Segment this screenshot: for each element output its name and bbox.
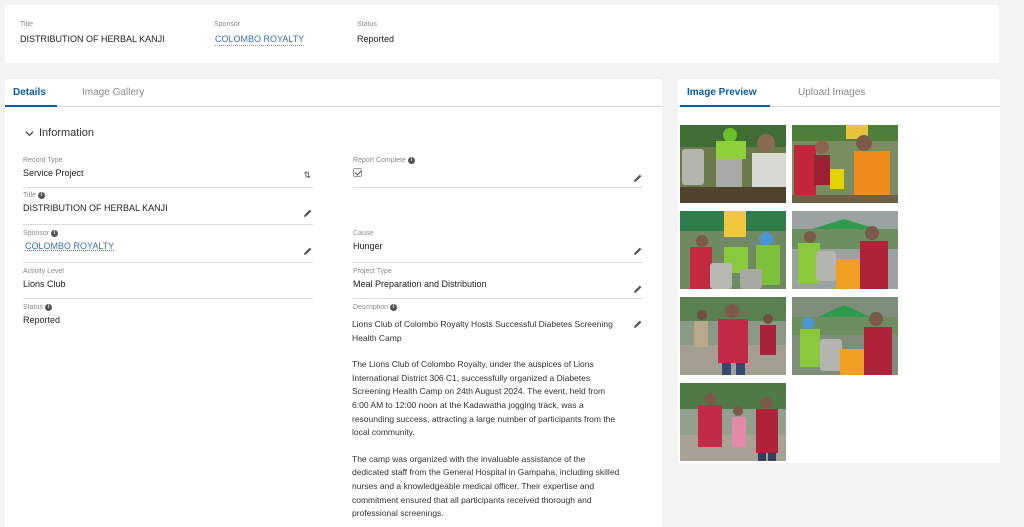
field-project-type: Project Type Meal Preparation and Distri… <box>353 268 643 298</box>
field-description: Description i <box>353 304 643 328</box>
divider <box>23 298 313 299</box>
description-paragraph: The camp was organized with the invaluab… <box>352 453 620 519</box>
details-tabs: Details Image Gallery <box>5 79 662 107</box>
info-icon[interactable]: i <box>390 304 398 311</box>
divider <box>23 187 313 188</box>
status-label: Status i <box>23 304 313 311</box>
image-panel: Image Preview Upload Images <box>678 79 1000 463</box>
info-icon[interactable]: i <box>407 157 415 164</box>
sponsor-link[interactable]: COLOMBO ROYALTY <box>25 241 313 251</box>
project-type-value: Meal Preparation and Distribution <box>353 279 487 289</box>
field-activity-level: Activity Level Lions Club <box>23 268 313 298</box>
pencil-icon[interactable] <box>633 319 643 329</box>
highlight-status: Status Reported <box>357 21 394 44</box>
swap-icon[interactable]: ⇅ <box>303 170 311 181</box>
section-title: Information <box>39 127 95 139</box>
description-heading: Lions Club of Colombo Royalty Hosts Succ… <box>352 319 613 343</box>
gallery-image[interactable] <box>680 125 786 203</box>
gallery-image[interactable] <box>680 383 786 461</box>
highlight-status-value: Reported <box>357 34 395 44</box>
cause-label: Cause <box>353 230 374 237</box>
field-report-complete: Report Complete i <box>353 157 643 187</box>
divider <box>23 224 313 225</box>
description-label-text: Description <box>353 304 389 311</box>
field-cause: Cause Hunger <box>353 230 643 262</box>
record-type-value: Service Project <box>23 168 84 178</box>
title-value: DISTRIBUTION OF HERBAL KANJI <box>23 203 168 213</box>
pencil-icon[interactable] <box>633 284 643 294</box>
pencil-icon[interactable] <box>633 246 643 256</box>
gallery-image[interactable] <box>792 297 898 375</box>
gallery-image[interactable] <box>792 211 898 289</box>
tab-active-indicator <box>680 105 770 107</box>
tab-active-indicator <box>5 105 57 107</box>
divider <box>353 187 643 188</box>
field-status: Status i Reported <box>23 304 313 334</box>
gallery-image[interactable] <box>680 211 786 289</box>
divider <box>353 262 643 263</box>
tab-upload-images[interactable]: Upload Images <box>798 87 865 98</box>
tab-image-gallery[interactable]: Image Gallery <box>82 87 144 98</box>
sponsor-label: Sponsor i <box>23 230 313 237</box>
gallery-image[interactable] <box>680 297 786 375</box>
field-sponsor: Sponsor i COLOMBO ROYALTY <box>23 230 313 262</box>
title-label-text: Title <box>23 192 36 199</box>
activity-level-value: Lions Club <box>23 279 66 289</box>
info-icon[interactable]: i <box>44 304 52 311</box>
info-icon[interactable]: i <box>51 230 59 237</box>
highlights-panel: Title DISTRIBUTION OF HERBAL KANJI Spons… <box>5 5 999 63</box>
section-information-toggle[interactable]: Information <box>25 127 94 139</box>
description-label: Description i <box>353 304 643 311</box>
chevron-down-icon <box>25 130 34 136</box>
divider <box>353 298 643 299</box>
highlight-title-value: DISTRIBUTION OF HERBAL KANJI <box>20 34 165 44</box>
highlight-sponsor: Sponsor COLOMBO ROYALTY <box>214 21 305 46</box>
pencil-icon[interactable] <box>303 246 313 256</box>
highlight-status-label: Status <box>357 21 377 28</box>
highlight-sponsor-link[interactable]: COLOMBO ROYALTY <box>215 34 305 46</box>
project-type-label: Project Type <box>353 268 392 275</box>
tab-image-preview[interactable]: Image Preview <box>687 87 756 98</box>
field-record-type: Record Type Service Project ⇅ <box>23 157 313 187</box>
description-paragraph: The Lions Club of Colombo Royalty, under… <box>352 359 616 438</box>
title-label: Title i <box>23 192 313 199</box>
report-complete-checkbox[interactable] <box>353 168 362 177</box>
record-type-label: Record Type <box>23 157 63 164</box>
gallery-image[interactable] <box>792 125 898 203</box>
activity-level-label: Activity Level <box>23 268 64 275</box>
cause-value: Hunger <box>353 241 383 251</box>
pencil-icon[interactable] <box>303 208 313 218</box>
report-complete-label-text: Report Complete <box>353 157 406 164</box>
tab-details[interactable]: Details <box>13 87 46 98</box>
description-body: Lions Club of Colombo Royalty Hosts Succ… <box>352 318 622 527</box>
highlight-title: Title DISTRIBUTION OF HERBAL KANJI <box>20 21 165 44</box>
sponsor-label-text: Sponsor <box>23 230 50 237</box>
highlight-title-label: Title <box>20 21 33 28</box>
divider <box>23 262 313 263</box>
status-label-text: Status <box>23 304 43 311</box>
image-tabs: Image Preview Upload Images <box>678 79 1000 107</box>
report-complete-label: Report Complete i <box>353 157 643 164</box>
pencil-icon[interactable] <box>633 173 643 183</box>
info-icon[interactable]: i <box>37 192 45 199</box>
highlight-sponsor-label: Sponsor <box>214 21 241 28</box>
status-value: Reported <box>23 315 61 325</box>
field-title: Title i DISTRIBUTION OF HERBAL KANJI <box>23 192 313 224</box>
